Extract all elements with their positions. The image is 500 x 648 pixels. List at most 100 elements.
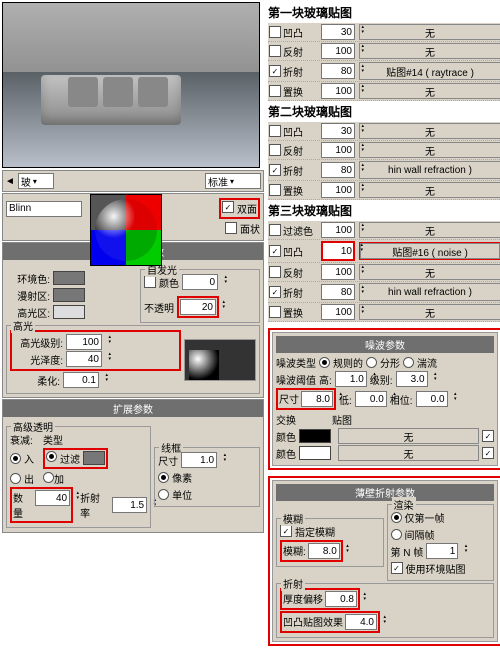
refract3-cb[interactable] [269, 286, 281, 298]
bump2-spin[interactable]: 30 [321, 123, 355, 139]
reflect-spin[interactable]: 100 [321, 43, 355, 59]
section2-title: 第二块玻璃贴图 [268, 103, 500, 120]
filter-label: 过滤 [60, 451, 80, 466]
filter-swatch[interactable] [83, 451, 105, 465]
doublesided-checkbox[interactable] [222, 201, 234, 213]
replace3-label: 置换 [283, 305, 303, 320]
opacity-spinner[interactable]: 20 [180, 299, 216, 315]
fractal-radio[interactable] [366, 357, 377, 368]
reflect2-mapbtn[interactable]: 无 [359, 142, 500, 158]
amount-spinner[interactable]: 40 [35, 490, 70, 506]
replace2-mapbtn[interactable]: 无 [359, 182, 500, 198]
thick-spin[interactable]: 0.8 [325, 591, 357, 607]
color1-cb[interactable] [482, 430, 494, 442]
speclevel-spinner[interactable]: 100 [66, 334, 102, 350]
refract2-mapbtn[interactable]: hin wall refraction ) [359, 161, 500, 179]
filter3-mapbtn[interactable]: 无 [359, 222, 500, 238]
reflect3-mapbtn[interactable]: 无 [359, 264, 500, 280]
faceted-checkbox[interactable] [225, 222, 237, 234]
bumpeff-label: 凹凸贴图效果 [283, 614, 343, 630]
speclevel-label: 高光级别: [13, 335, 63, 350]
ior-spinner[interactable]: 1.5 [112, 497, 147, 513]
replace-cb[interactable] [269, 85, 281, 97]
bump3-spin[interactable]: 10 [321, 241, 355, 261]
replace2-label: 置换 [283, 183, 303, 198]
useenv-cb[interactable] [391, 562, 403, 574]
color2-cb[interactable] [482, 447, 494, 459]
bluramt-spin[interactable]: 8.0 [308, 543, 340, 559]
nth-spin[interactable]: 1 [426, 543, 458, 559]
bump3-label: 凹凸 [283, 244, 303, 259]
reflect2-spin[interactable]: 100 [321, 142, 355, 158]
color2-swatch[interactable] [299, 446, 331, 460]
refract-label: 折射 [283, 64, 303, 79]
refract-cb[interactable] [269, 65, 281, 77]
reflect2-cb[interactable] [269, 144, 281, 156]
replace3-mapbtn[interactable]: 无 [359, 304, 500, 320]
interval-radio[interactable] [391, 529, 402, 540]
color2-mapbtn[interactable]: 无 [338, 445, 479, 461]
hi-spin[interactable]: 1.0 [335, 371, 367, 387]
reflect-cb[interactable] [269, 45, 281, 57]
filter3-spin[interactable]: 100 [321, 222, 355, 238]
replace3-cb[interactable] [269, 306, 281, 318]
refract2-spin[interactable]: 80 [321, 162, 355, 178]
amount-label: 数量 [13, 490, 32, 520]
diffuse-swatch[interactable] [53, 288, 85, 302]
bump-spin[interactable]: 30 [321, 24, 355, 40]
replace2-spin[interactable]: 100 [321, 182, 355, 198]
refract-spin[interactable]: 80 [321, 63, 355, 79]
ambient-swatch[interactable] [53, 271, 85, 285]
gloss-spinner[interactable]: 40 [66, 351, 102, 367]
preset-dropdown[interactable]: 标准 [205, 173, 261, 189]
bump3-mapbtn[interactable]: 贴图#16 ( noise ) [360, 243, 500, 259]
bump3-cb[interactable] [269, 245, 281, 257]
reflect3-spin[interactable]: 100 [321, 264, 355, 280]
firstonly-radio[interactable] [391, 512, 402, 523]
out-radio[interactable] [10, 473, 21, 484]
wire-label: 线框 [159, 440, 183, 455]
useblur-cb[interactable] [280, 525, 292, 537]
regular-radio[interactable] [319, 357, 330, 368]
phase-spin[interactable]: 0.0 [416, 391, 448, 407]
filter3-cb[interactable] [269, 224, 281, 236]
shader-dropdown[interactable]: 玻 [18, 173, 54, 189]
unit-radio[interactable] [158, 489, 169, 500]
selfcolor-checkbox[interactable] [144, 276, 156, 288]
refract-mapbtn[interactable]: 贴图#14 ( raytrace ) [359, 62, 500, 80]
specular-swatch[interactable] [53, 305, 85, 319]
in-label: 入 [24, 451, 34, 466]
reflect-mapbtn[interactable]: 无 [359, 43, 500, 59]
shader-name-input[interactable]: Blinn [6, 201, 82, 217]
tw-title: 薄壁折射参数 [276, 484, 494, 501]
size-spin[interactable]: 8.0 [301, 391, 333, 407]
refract3-mapbtn[interactable]: hin wall refraction ) [359, 283, 500, 301]
color1-mapbtn[interactable]: 无 [338, 428, 479, 444]
selfcolor-spinner[interactable]: 0 [182, 274, 218, 290]
levels-spin[interactable]: 3.0 [396, 371, 428, 387]
bumpeff-spin[interactable]: 4.0 [345, 614, 377, 630]
turb-radio[interactable] [403, 357, 414, 368]
add-radio[interactable] [43, 472, 54, 483]
replace2-cb[interactable] [269, 184, 281, 196]
replace3-spin[interactable]: 100 [321, 304, 355, 320]
reflect3-cb[interactable] [269, 266, 281, 278]
color1-swatch[interactable] [299, 429, 331, 443]
pixel-radio[interactable] [158, 472, 169, 483]
in-radio[interactable] [10, 453, 21, 464]
lo-spin[interactable]: 0.0 [355, 391, 387, 407]
refract2-cb[interactable] [269, 164, 281, 176]
bump2-mapbtn[interactable]: 无 [359, 123, 500, 139]
replace-mapbtn[interactable]: 无 [359, 83, 500, 99]
bump-cb[interactable] [269, 26, 281, 38]
soften-label: 柔化: [10, 373, 60, 388]
refract3-spin[interactable]: 80 [321, 284, 355, 300]
replace-spin[interactable]: 100 [321, 83, 355, 99]
bump-mapbtn[interactable]: 无 [359, 24, 500, 40]
soften-spinner[interactable]: 0.1 [63, 372, 99, 388]
thick-label: 厚度偏移 [283, 591, 323, 607]
wiresize-spinner[interactable]: 1.0 [181, 452, 217, 468]
tool-icon[interactable]: ◄ [5, 176, 15, 187]
filter-radio[interactable] [46, 451, 57, 462]
bump2-cb[interactable] [269, 125, 281, 137]
